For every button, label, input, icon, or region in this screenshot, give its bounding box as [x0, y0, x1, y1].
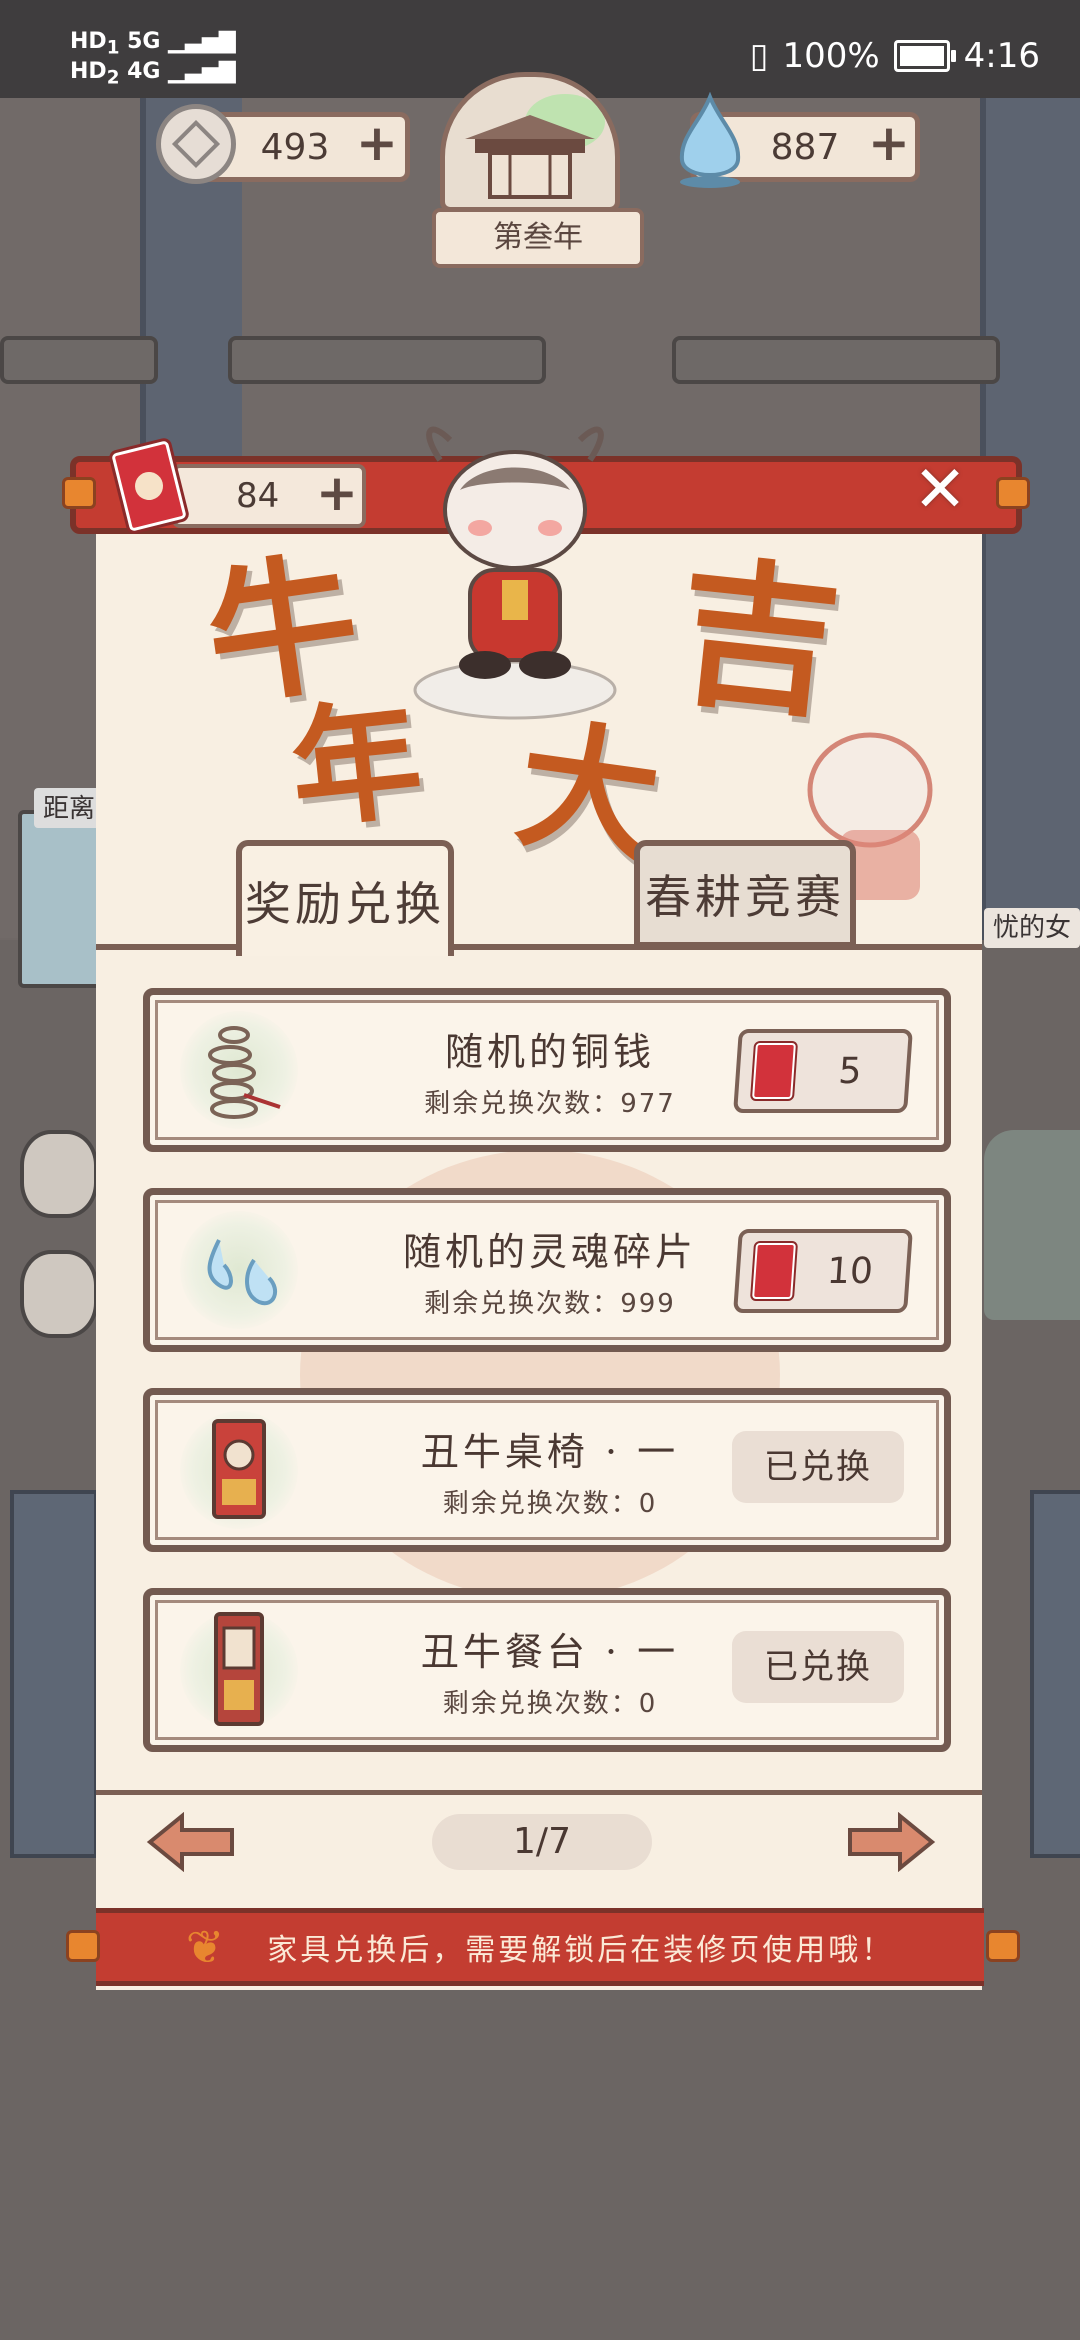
barrel-top [20, 1130, 98, 1218]
furniture-notice: ❦ 家具兑换后，需要解锁后在装修页使用哦！ [96, 1908, 984, 1986]
banner-char-4: 吉 [669, 537, 849, 741]
signal-indicators: HD1 5G ▁▃▅▇ HD2 4G ▁▃▅▇ [70, 29, 236, 89]
copper-coins-icon [180, 1011, 298, 1129]
ox-table-chair-icon [180, 1411, 298, 1529]
right-bench [1030, 1490, 1080, 1858]
tab-label: 春耕竞赛 [645, 870, 845, 924]
battery-percent: 100% [782, 36, 880, 76]
red-envelope-icon [752, 1243, 796, 1299]
battery-icon [893, 40, 956, 72]
coin-icon [156, 104, 236, 184]
footer-divider [96, 1790, 982, 1795]
cost-value: 10 [825, 1250, 875, 1292]
rod-cap-left [62, 477, 96, 509]
notice-text: 家具兑换后，需要解锁后在装修页使用哦！ [267, 1933, 895, 1968]
red-envelope-icon [752, 1043, 796, 1099]
exchange-button[interactable]: 5 [733, 1029, 913, 1113]
year-label: 第叁年 [432, 208, 644, 268]
clock: 4:16 [963, 36, 1040, 76]
list-item: 丑牛桌椅 · 一 剩余兑换次数：0 已兑换 [143, 1388, 951, 1552]
rod-cap-right [996, 477, 1030, 509]
add-coins-button[interactable]: + [356, 118, 398, 168]
close-button[interactable]: ✕ [910, 458, 970, 522]
rock [984, 1130, 1080, 1320]
item-name: 丑牛餐台 · 一 [420, 1630, 680, 1674]
item-remaining: 剩余兑换次数：0 [442, 1489, 658, 1519]
ox-mascot-icon [400, 420, 630, 720]
rod-cap-left [66, 1930, 100, 1962]
soul-count: 887 [770, 126, 840, 168]
soul-drop-icon [670, 91, 750, 192]
rod-cap-right [986, 1930, 1020, 1962]
page-indicator: 1/7 [432, 1814, 652, 1870]
prev-page-button[interactable] [146, 1811, 236, 1873]
item-remaining: 剩余兑换次数：977 [424, 1089, 676, 1119]
tab-label: 奖励兑换 [245, 877, 445, 931]
list-item: 丑牛餐台 · 一 剩余兑换次数：0 已兑换 [143, 1588, 951, 1752]
barrel-bottom [20, 1250, 98, 1338]
list-item: 随机的灵魂碎片 剩余兑换次数：999 10 [143, 1188, 951, 1352]
beam-mid-right [672, 336, 1000, 384]
status-right: ▯ 100% 4:16 [750, 36, 1040, 76]
next-page-button[interactable] [846, 1811, 936, 1873]
add-souls-button[interactable]: + [868, 118, 910, 168]
ginkgo-icon: ❦ [185, 1920, 228, 1974]
exchange-button[interactable]: 10 [733, 1229, 913, 1313]
banner-char-2: 年 [283, 681, 429, 848]
list-item: 随机的铜钱 剩余兑换次数：977 5 [143, 988, 951, 1152]
glass-jar [18, 810, 102, 988]
vibrate-icon: ▯ [749, 36, 769, 76]
distance-sign: 距离 [34, 788, 104, 828]
item-remaining: 剩余兑换次数：999 [424, 1289, 676, 1319]
item-name: 丑牛桌椅 · 一 [420, 1430, 680, 1474]
tab-reward-exchange[interactable]: 奖励兑换 [236, 840, 454, 956]
left-bench [10, 1490, 98, 1858]
beam-left [0, 336, 158, 384]
coin-count: 493 [260, 126, 330, 168]
tab-spring-contest[interactable]: 春耕竞赛 [634, 840, 856, 948]
item-name: 随机的铜钱 [444, 1030, 655, 1074]
redeemed-status: 已兑换 [732, 1631, 904, 1703]
right-sign: 忧的女 [984, 908, 1080, 948]
item-name: 随机的灵魂碎片 [402, 1230, 697, 1274]
item-remaining: 剩余兑换次数：0 [442, 1689, 658, 1719]
cost-value: 5 [837, 1050, 863, 1092]
beam-mid-left [228, 336, 546, 384]
ox-dining-table-icon [180, 1611, 298, 1729]
redeemed-status: 已兑换 [732, 1431, 904, 1503]
soul-fragment-icon [180, 1211, 298, 1329]
